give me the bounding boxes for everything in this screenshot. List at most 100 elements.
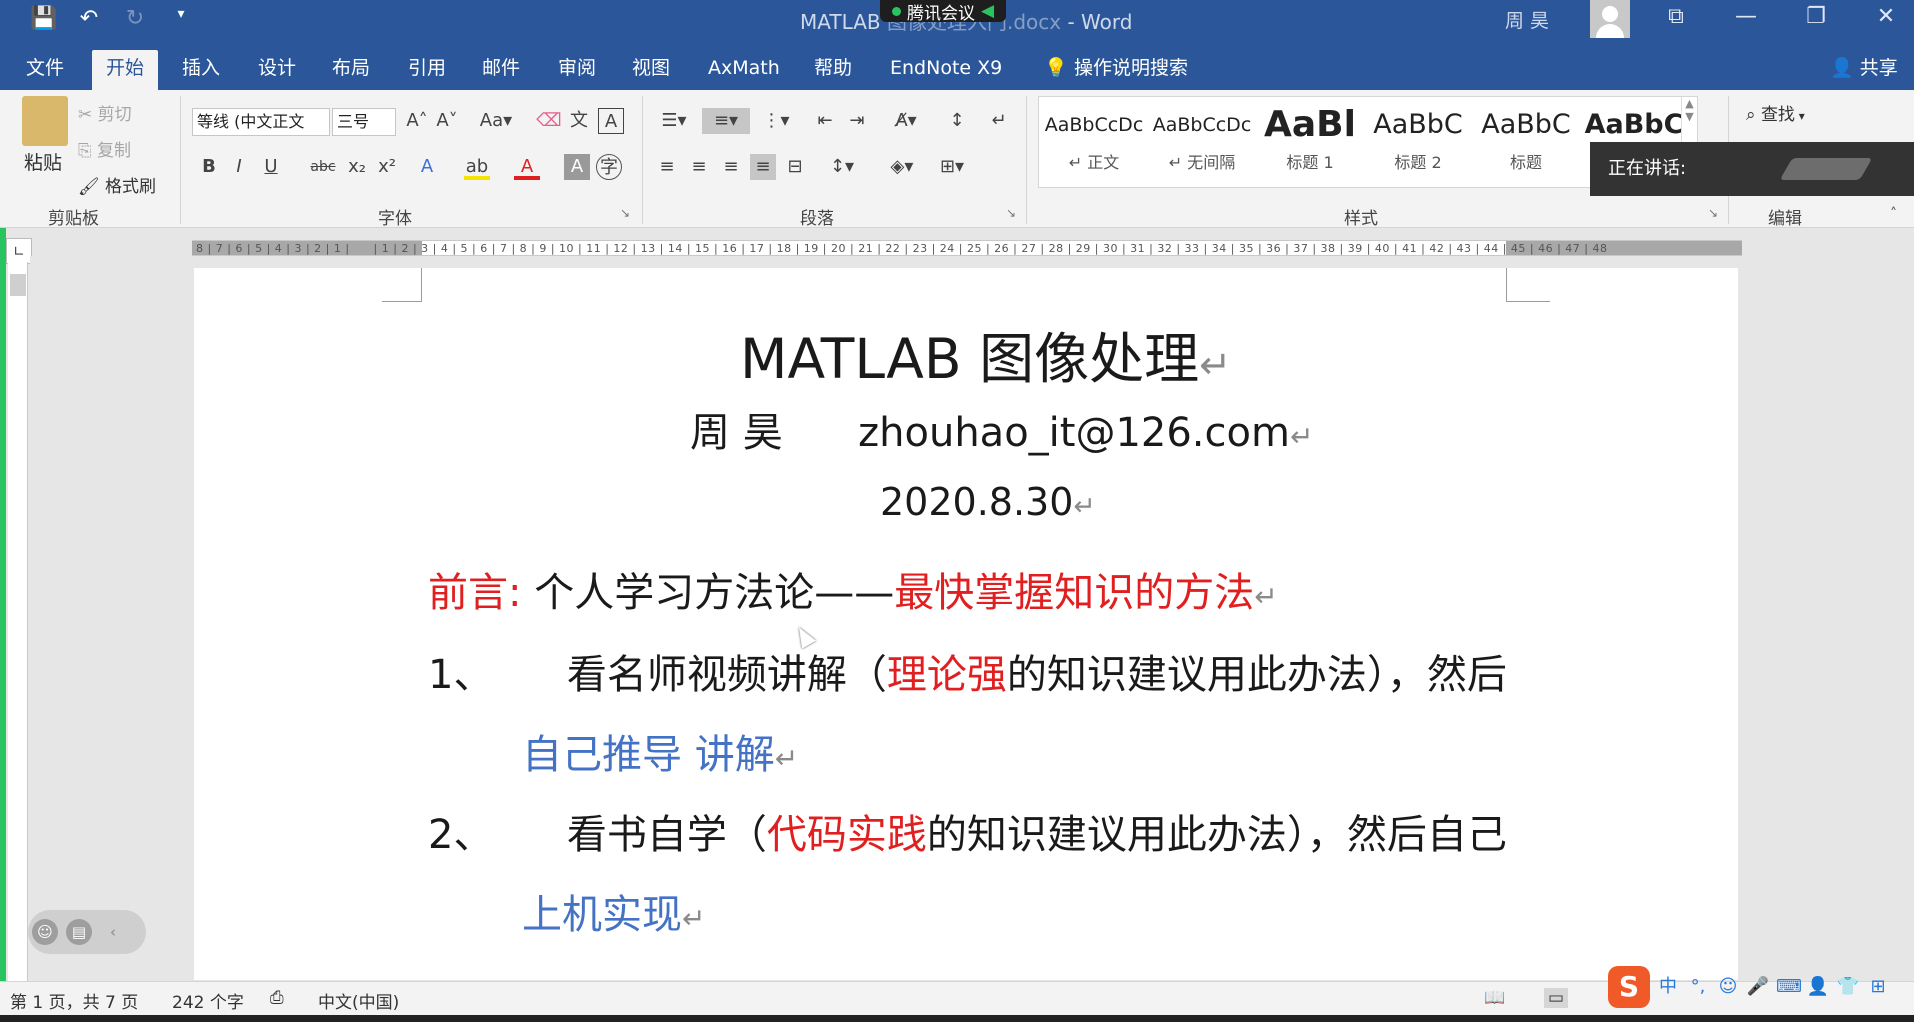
tab-view[interactable]: 视图: [618, 50, 684, 90]
word-count[interactable]: 242 个字: [172, 988, 244, 1013]
tab-help[interactable]: 帮助: [800, 50, 866, 90]
style-normal[interactable]: AaBbCcDc ↵ 正文: [1041, 101, 1147, 185]
chat-icon[interactable]: ▤: [66, 919, 92, 945]
change-case-icon[interactable]: Aa▾: [476, 108, 516, 134]
sogou-logo-icon[interactable]: S: [1608, 966, 1650, 1008]
horizontal-ruler[interactable]: 8 | 7 | 6 | 5 | 4 | 3 | 2 | 1 | | 1 | 2 …: [192, 240, 1742, 256]
chinese-layout-icon[interactable]: A̸▾: [886, 108, 926, 134]
share-button[interactable]: 👤 共享: [1816, 50, 1912, 90]
language-indicator[interactable]: 中文(中国): [318, 988, 399, 1013]
clear-formatting-icon[interactable]: ⌫: [536, 108, 562, 134]
doc-preface[interactable]: 前言: 个人学习方法论——最快掌握知识的方法↵: [428, 560, 1278, 618]
style-heading-2[interactable]: AaBbC 标题 2: [1365, 101, 1471, 185]
bold-icon[interactable]: B: [196, 154, 222, 180]
user-icon[interactable]: 👤: [1806, 974, 1830, 1000]
enclose-characters-icon[interactable]: 字: [596, 154, 622, 180]
tab-file[interactable]: 文件: [12, 50, 78, 90]
microphone-icon[interactable]: 🎤: [1746, 974, 1770, 1000]
read-mode-icon[interactable]: 📖: [1484, 988, 1505, 1008]
undo-icon[interactable]: ↶: [76, 6, 102, 31]
skin-icon[interactable]: 👕: [1836, 974, 1860, 1000]
decrease-indent-icon[interactable]: ⇤: [812, 108, 838, 134]
style-title[interactable]: AaBbC 标题: [1473, 101, 1579, 185]
tab-endnote[interactable]: EndNote X9: [876, 50, 1016, 90]
collapse-ribbon-icon[interactable]: ˄: [1890, 206, 1897, 222]
print-layout-icon[interactable]: ▭: [1544, 988, 1569, 1008]
numbering-icon[interactable]: ≡▾: [702, 108, 750, 134]
punctuation-icon[interactable]: °,: [1686, 974, 1710, 1000]
shading-icon[interactable]: ◈▾: [882, 154, 922, 180]
tab-design[interactable]: 设计: [244, 50, 310, 90]
doc-item-2-cont[interactable]: 上机实现↵: [522, 882, 705, 940]
ribbon-display-options-button[interactable]: ⧉: [1656, 4, 1696, 29]
minimize-button[interactable]: —: [1726, 4, 1766, 29]
doc-author-line[interactable]: 周 昊 zhouhao_it@126.com↵: [690, 400, 1313, 458]
proofing-icon[interactable]: ⎙: [270, 988, 284, 1008]
document-page[interactable]: MATLAB 图像处理↵ 周 昊 zhouhao_it@126.com↵ 202…: [194, 268, 1738, 980]
show-marks-icon[interactable]: ↵: [986, 108, 1012, 134]
tab-axmath[interactable]: AxMath: [694, 50, 794, 90]
tab-references[interactable]: 引用: [394, 50, 460, 90]
tab-selector-icon[interactable]: ∟: [6, 238, 32, 264]
format-painter-button[interactable]: 🖌 格式刷: [78, 172, 156, 197]
borders-icon[interactable]: ⊞▾: [932, 154, 972, 180]
user-name[interactable]: 周 昊: [1505, 6, 1549, 33]
tab-review[interactable]: 审阅: [544, 50, 610, 90]
doc-date[interactable]: 2020.8.30↵: [880, 480, 1096, 524]
emoji-icon[interactable]: ☺: [1716, 974, 1740, 1000]
ime-mode[interactable]: 中: [1656, 974, 1680, 1000]
collapse-icon[interactable]: ‹: [100, 919, 126, 945]
distributed-icon[interactable]: ⊟: [782, 154, 808, 180]
paragraph-dialog-launcher-icon[interactable]: ↘: [1006, 206, 1016, 220]
align-center-icon[interactable]: ≡: [686, 154, 712, 180]
text-effects-icon[interactable]: A: [414, 154, 440, 180]
keyboard-icon[interactable]: ⌨: [1776, 974, 1802, 1000]
doc-title[interactable]: MATLAB 图像处理↵: [740, 314, 1231, 394]
find-button[interactable]: ⌕ 查找 ▾: [1746, 100, 1805, 125]
style-no-spacing[interactable]: AaBbCcDc ↵ 无间隔: [1149, 101, 1255, 185]
line-spacing-icon[interactable]: ↕▾: [822, 154, 862, 180]
doc-item-1-cont[interactable]: 自己推导 讲解↵: [522, 722, 798, 780]
subscript-icon[interactable]: x₂: [344, 154, 370, 180]
tell-me-search[interactable]: 操作说明搜索: [1060, 50, 1202, 90]
tab-home[interactable]: 开始: [92, 50, 159, 90]
cut-button[interactable]: ✂ 剪切: [78, 100, 132, 125]
doc-item-2[interactable]: 2、 看书自学（代码实践的知识建议用此办法），然后自己: [428, 802, 1507, 860]
restore-button[interactable]: ❐: [1796, 4, 1836, 29]
underline-icon[interactable]: U: [258, 154, 284, 180]
tab-insert[interactable]: 插入: [168, 50, 234, 90]
shrink-font-icon[interactable]: A˅: [434, 108, 460, 134]
multilevel-list-icon[interactable]: ⋮▾: [756, 108, 796, 134]
font-dialog-launcher-icon[interactable]: ↘: [620, 206, 630, 220]
tab-layout[interactable]: 布局: [318, 50, 384, 90]
copy-button[interactable]: ⎘ 复制: [78, 136, 131, 161]
bullets-icon[interactable]: ☰▾: [654, 108, 694, 134]
style-heading-1[interactable]: AaBl 标题 1: [1257, 101, 1363, 185]
font-name-combo[interactable]: 等线 (中文正文: [192, 108, 330, 136]
align-right-icon[interactable]: ≡: [718, 154, 744, 180]
align-left-icon[interactable]: ≡: [654, 154, 680, 180]
font-size-combo[interactable]: 三号: [332, 108, 396, 136]
tencent-meeting-badge[interactable]: 腾讯会议 ◀: [880, 0, 1007, 24]
grow-font-icon[interactable]: A˄: [404, 108, 430, 134]
increase-indent-icon[interactable]: ⇥: [844, 108, 870, 134]
close-button[interactable]: ✕: [1866, 4, 1906, 29]
character-border-icon[interactable]: A: [598, 108, 624, 134]
paste-icon[interactable]: [22, 96, 68, 146]
font-color-icon[interactable]: A: [514, 154, 540, 180]
avatar[interactable]: [1590, 0, 1630, 38]
superscript-icon[interactable]: x²: [374, 154, 400, 180]
sort-icon[interactable]: ↕: [944, 108, 970, 134]
italic-icon[interactable]: I: [226, 154, 252, 180]
phonetic-guide-icon[interactable]: 文: [566, 108, 592, 134]
tab-mailings[interactable]: 邮件: [468, 50, 534, 90]
customize-qat-icon[interactable]: ▾: [168, 6, 194, 31]
doc-item-1[interactable]: 1、 看名师视频讲解（理论强的知识建议用此办法），然后: [428, 642, 1507, 700]
save-icon[interactable]: 💾: [30, 6, 57, 31]
strikethrough-icon[interactable]: abc: [310, 154, 336, 180]
page-count[interactable]: 第 1 页，共 7 页: [10, 988, 138, 1013]
emoji-icon[interactable]: ☺: [32, 919, 58, 945]
styles-dialog-launcher-icon[interactable]: ↘: [1708, 206, 1718, 220]
toolbox-icon[interactable]: ⊞: [1866, 974, 1890, 1000]
paste-button[interactable]: 粘贴: [24, 148, 62, 175]
